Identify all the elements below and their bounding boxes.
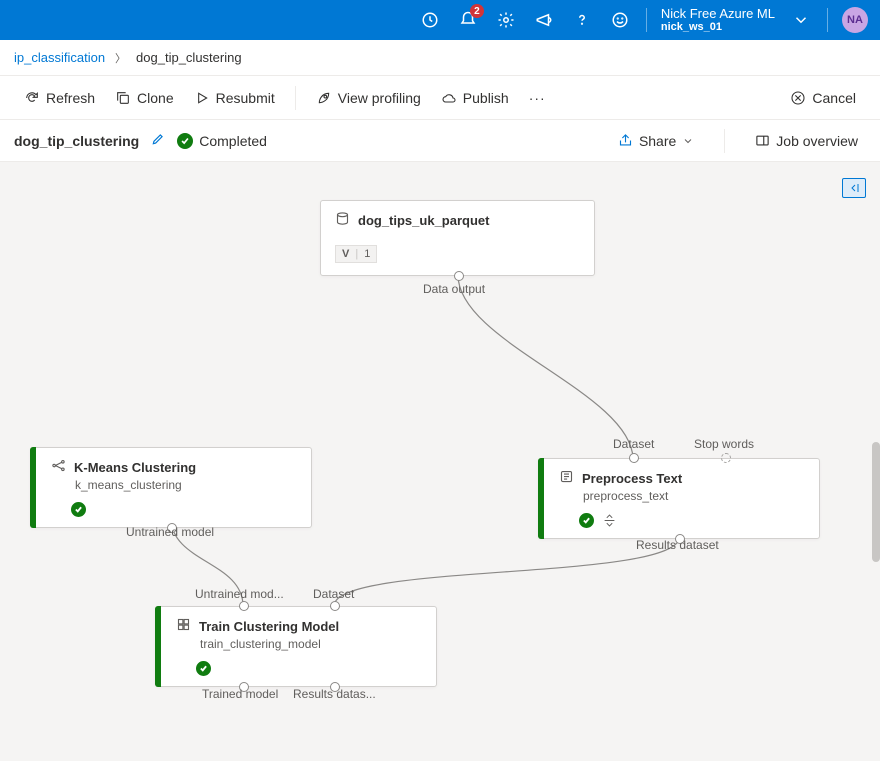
module-icon [176,617,191,635]
subscription-name: Nick Free Azure ML [661,6,775,22]
version-label: V [342,248,349,260]
breadcrumb-current: dog_tip_clustering [136,50,242,65]
clock-icon[interactable] [418,8,442,32]
panel-collapse-button[interactable] [842,178,866,198]
view-profiling-button[interactable]: View profiling [306,84,431,112]
port-label: Dataset [313,587,354,601]
cancel-icon [790,90,806,106]
version-number: 1 [364,248,370,260]
check-icon [177,133,193,149]
rocket-icon [316,90,332,106]
node-title: dog_tips_uk_parquet [358,213,489,228]
top-bar: 2 Nick Free Azure ML nick_ws_01 NA [0,0,880,40]
output-port[interactable] [454,271,464,281]
avatar[interactable]: NA [842,7,868,33]
status-stripe [30,447,36,528]
job-overview-label: Job overview [776,133,858,149]
breadcrumb: ip_classification 〉 dog_tip_clustering [0,40,880,76]
refresh-button[interactable]: Refresh [14,84,105,112]
share-label: Share [639,133,676,149]
clone-button[interactable]: Clone [105,84,184,112]
page-subheader: dog_tip_clustering Completed Share Job o… [0,120,880,162]
input-port[interactable] [330,601,340,611]
gear-icon[interactable] [494,8,518,32]
cancel-label: Cancel [812,90,856,106]
node-train[interactable]: Train Clustering Model train_clustering_… [155,606,437,687]
divider [295,86,296,110]
clone-label: Clone [137,90,174,106]
clone-icon [115,90,131,106]
check-icon [196,661,211,676]
port-label: Results datas... [293,687,376,701]
check-icon [579,513,594,528]
chevron-right-icon: 〉 [115,50,126,66]
job-overview-button[interactable]: Job overview [747,127,866,155]
play-icon [194,90,210,106]
toolbar: Refresh Clone Resubmit View profiling Pu… [0,76,880,120]
more-button[interactable]: ··· [519,84,556,112]
input-port-ghost[interactable] [721,453,731,463]
panel-icon [755,133,770,148]
node-title: Preprocess Text [582,471,682,486]
divider [646,8,647,32]
smile-icon[interactable] [608,8,632,32]
node-preprocess[interactable]: Preprocess Text preprocess_text [538,458,820,539]
port-label: Data output [423,282,485,296]
node-kmeans[interactable]: K-Means Clustering k_means_clustering [30,447,312,528]
divider [724,129,725,153]
scrollbar[interactable] [872,442,880,562]
node-subtitle: train_clustering_model [200,637,424,651]
node-title: K-Means Clustering [74,460,196,475]
refresh-icon [24,90,40,106]
node-title: Train Clustering Model [199,619,339,634]
resubmit-label: Resubmit [216,90,275,106]
resubmit-button[interactable]: Resubmit [184,84,285,112]
node-subtitle: preprocess_text [583,489,807,503]
dataset-icon [335,211,350,229]
workspace-name: nick_ws_01 [661,21,775,34]
dataset-version-pill: V | 1 [335,245,377,263]
publish-button[interactable]: Publish [431,84,519,112]
megaphone-icon[interactable] [532,8,556,32]
module-icon [51,458,66,476]
status-stripe [155,606,161,687]
status-label: Completed [199,133,267,149]
node-subtitle: k_means_clustering [75,478,299,492]
breadcrumb-parent[interactable]: ip_classification [14,50,105,65]
edit-icon[interactable] [151,132,165,149]
node-dataset[interactable]: dog_tips_uk_parquet V | 1 [320,200,595,276]
share-button[interactable]: Share [610,127,702,155]
cancel-button[interactable]: Cancel [780,84,866,112]
input-port[interactable] [629,453,639,463]
recycle-icon [602,513,617,528]
profiling-label: View profiling [338,90,421,106]
notification-badge: 2 [470,4,484,18]
port-label: Dataset [613,437,654,451]
refresh-label: Refresh [46,90,95,106]
workspace-selector[interactable]: Nick Free Azure ML nick_ws_01 [661,6,775,35]
share-icon [618,133,633,148]
port-label: Trained model [202,687,278,701]
chevron-down-icon[interactable] [789,8,813,32]
chevron-down-icon [682,135,694,147]
module-icon [559,469,574,487]
port-label: Untrained mod... [195,587,284,601]
page-title: dog_tip_clustering [14,133,139,149]
check-icon [71,502,86,517]
notifications-icon[interactable]: 2 [456,8,480,32]
divider [827,8,828,32]
publish-label: Publish [463,90,509,106]
cloud-icon [441,90,457,106]
help-icon[interactable] [570,8,594,32]
pipeline-canvas[interactable]: dog_tips_uk_parquet V | 1 Data output K-… [0,162,880,761]
port-label: Stop words [694,437,754,451]
port-label: Untrained model [126,525,214,539]
status-badge: Completed [177,133,267,149]
port-label: Results dataset [636,538,719,552]
input-port[interactable] [239,601,249,611]
status-stripe [538,458,544,539]
